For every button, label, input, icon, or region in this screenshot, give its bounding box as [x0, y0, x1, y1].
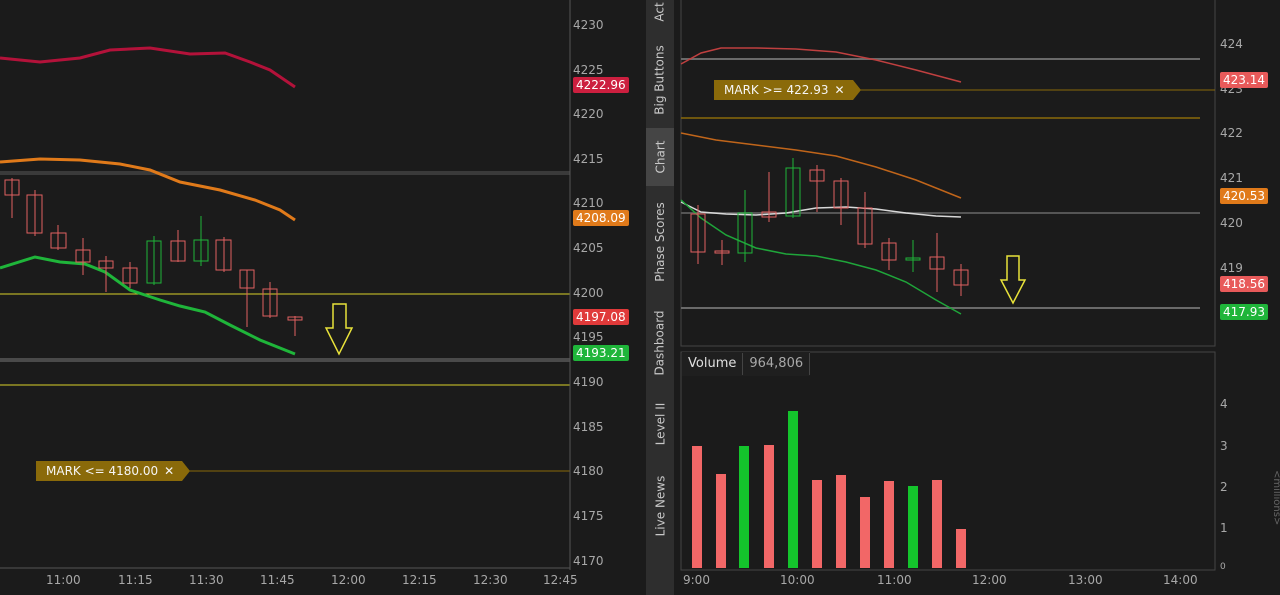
tab-big-buttons[interactable]: Big Buttons: [646, 32, 674, 128]
volume-bar-10: [908, 486, 918, 568]
volume-bar-4: [764, 445, 774, 568]
left-price-tick: 4180: [573, 464, 604, 478]
right-down-arrow-icon: [999, 255, 1027, 305]
tab-chart[interactable]: Chart: [646, 128, 674, 186]
volume-panel-frame: [680, 351, 1216, 571]
left-time-tick: 12:00: [331, 573, 366, 587]
left-price-tick: 4225: [573, 63, 604, 77]
right-time-tick: 13:00: [1068, 573, 1103, 587]
right-upper-band: [680, 47, 962, 83]
left-price-tick: 4210: [573, 196, 604, 210]
left-price-alert[interactable]: MARK <= 4180.00 ✕: [36, 461, 191, 481]
right-price-area: [680, 0, 1216, 347]
right-price-tick: 419: [1220, 261, 1243, 275]
side-tab-strip: Act Big Buttons Chart Phase Scores Dashb…: [646, 0, 674, 595]
left-price-tick: 4170: [573, 554, 604, 568]
left-time-tick: 12:30: [473, 573, 508, 587]
right-price-tick: 421: [1220, 171, 1243, 185]
left-chart-canvas[interactable]: [0, 0, 646, 595]
right-mid-band-badge: 420.53: [1220, 188, 1268, 204]
right-lower-band: [680, 199, 962, 315]
left-price-tick: 4205: [573, 241, 604, 255]
right-time-tick: 11:00: [877, 573, 912, 587]
left-mid-band-badge: 4208.09: [573, 210, 629, 226]
left-price-tick: 4230: [573, 18, 604, 32]
volume-tick: 2: [1220, 480, 1228, 494]
volume-tick: 3: [1220, 439, 1228, 453]
left-price-tick: 4175: [573, 509, 604, 523]
left-alert-label: MARK <= 4180.00: [46, 464, 159, 478]
right-price-tick: 420: [1220, 216, 1243, 230]
close-icon[interactable]: ✕: [164, 464, 174, 478]
right-alert-label: MARK >= 422.93: [724, 83, 829, 97]
left-gray-level-bottom: [0, 358, 570, 362]
left-time-tick: 11:15: [118, 573, 153, 587]
volume-bar-1: [692, 446, 702, 568]
right-price-tick: 424: [1220, 37, 1243, 51]
right-chart-pane[interactable]: <millions> 424 4 2 3 422 421 420 419 423.1…: [676, 0, 1280, 595]
left-last-price-badge: 4197.08: [573, 309, 629, 325]
left-down-arrow-icon: [324, 303, 354, 356]
right-last-price-badge: 418.56: [1220, 276, 1268, 292]
right-candles: [690, 158, 969, 296]
left-upper-band-badge: 4222.96: [573, 77, 629, 93]
right-time-tick: 10:00: [780, 573, 815, 587]
left-price-tick: 4195: [573, 330, 604, 344]
volume-value: 964,806: [743, 353, 811, 375]
right-time-tick: 9:00: [683, 573, 710, 587]
left-mid-band: [0, 157, 296, 222]
left-time-tick: 11:00: [46, 573, 81, 587]
volume-bar-11: [932, 480, 942, 568]
volume-bar-8: [860, 497, 870, 568]
left-time-tick: 11:45: [260, 573, 295, 587]
left-price-tick: 4215: [573, 152, 604, 166]
left-upper-band: [0, 46, 296, 89]
left-price-tick: 4185: [573, 420, 604, 434]
volume-bar-3: [739, 446, 749, 568]
volume-tick: 1: [1220, 521, 1228, 535]
close-icon[interactable]: ✕: [835, 83, 845, 97]
volume-study-header[interactable]: Volume 964,806: [682, 352, 811, 376]
right-lower-band-badge: 417.93: [1220, 304, 1268, 320]
right-upper-band-badge: 423.14: [1220, 72, 1268, 88]
tab-level-ii[interactable]: Level II: [646, 392, 674, 456]
right-price-tick: 422: [1220, 126, 1243, 140]
left-price-tick: 4190: [573, 375, 604, 389]
volume-bar-12: [956, 529, 966, 568]
left-gray-level-top: [0, 171, 570, 175]
volume-bar-5: [788, 411, 798, 568]
left-lower-band-badge: 4193.21: [573, 345, 629, 361]
left-chart-pane[interactable]: 4230 4225 4220 4215 4210 4205 4200 4195 …: [0, 0, 646, 595]
tab-active-trader[interactable]: Act: [646, 0, 674, 24]
volume-bar-6: [812, 480, 822, 568]
left-time-tick: 12:15: [402, 573, 437, 587]
tab-phase-scores[interactable]: Phase Scores: [646, 190, 674, 294]
right-white-ma: [680, 201, 962, 218]
volume-title: Volume: [682, 353, 744, 375]
right-time-tick: 14:00: [1163, 573, 1198, 587]
tab-dashboard[interactable]: Dashboard: [646, 298, 674, 388]
tab-live-news[interactable]: Live News: [646, 460, 674, 552]
left-price-tick: 4220: [573, 107, 604, 121]
left-time-tick: 11:30: [189, 573, 224, 587]
volume-tick: 0: [1220, 562, 1226, 572]
volume-bars: [692, 411, 966, 568]
left-price-tick: 4200: [573, 286, 604, 300]
volume-axis-caption: <millions>: [1271, 470, 1280, 525]
volume-bar-2: [716, 474, 726, 568]
left-time-tick: 12:45: [543, 573, 578, 587]
right-price-alert[interactable]: MARK >= 422.93 ✕: [714, 80, 861, 100]
right-time-tick: 12:00: [972, 573, 1007, 587]
volume-tick: 4: [1220, 397, 1228, 411]
right-mid-band: [680, 132, 962, 199]
volume-bar-7: [836, 475, 846, 568]
volume-bar-9: [884, 481, 894, 568]
